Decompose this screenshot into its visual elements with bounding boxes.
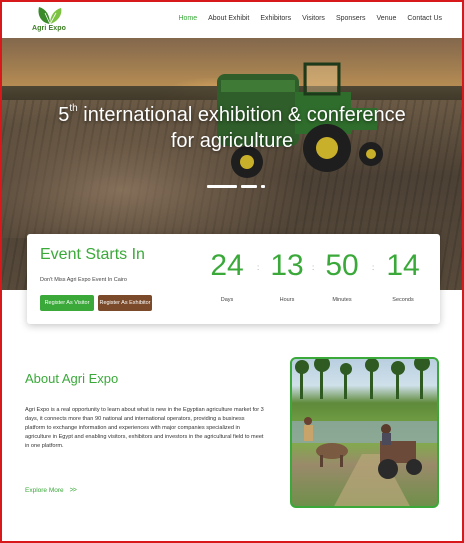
agri-expo-logo[interactable]: Agri Expo — [32, 5, 72, 37]
hero-title-line2: for agriculture — [170, 130, 294, 152]
register-exhibitor-button[interactable]: Register As Exhibitor — [98, 295, 152, 311]
hero-title-suffix: th — [69, 103, 78, 114]
days-label: Days — [220, 297, 234, 303]
hero-title-line1: international exhibition & conference — [77, 104, 406, 126]
seconds-value: 14 — [386, 249, 420, 282]
hours-value: 13 — [270, 249, 304, 282]
about-text: Agri Expo is a real opportunity to learn… — [25, 407, 264, 449]
minutes-value: 50 — [325, 249, 359, 282]
nav-item-exhibitors[interactable]: Exhibitors — [260, 15, 291, 22]
countdown-separator: : — [257, 263, 260, 272]
hero-title-number: 5 — [58, 104, 70, 126]
countdown-seconds: 14 Seconds — [380, 248, 426, 303]
explore-more-label: Explore More — [25, 487, 64, 494]
days-value: 24 — [210, 249, 244, 282]
nav-item-contact-us[interactable]: Contact Us — [407, 15, 442, 22]
brand-name: Agri Expo — [32, 25, 66, 32]
nav-item-sponsers[interactable]: Sponsers — [336, 15, 366, 22]
leaf-icon — [38, 7, 62, 25]
hours-label: Hours — [279, 297, 295, 303]
top-navbar: Agri Expo Home About Exhibit Exhibitors … — [2, 2, 462, 38]
countdown-card: Event Starts In Don't Miss Agri Expo Eve… — [27, 234, 440, 324]
hero-title: 5th international exhibition & conferenc… — [2, 102, 462, 154]
explore-more-link[interactable]: Explore More >> — [25, 487, 77, 494]
register-visitor-button[interactable]: Register As Visitor — [40, 295, 94, 311]
nav-item-about-exhibit[interactable]: About Exhibit — [208, 15, 249, 22]
slider-dot-2[interactable] — [241, 185, 257, 188]
slider-dot-1[interactable] — [207, 185, 237, 188]
countdown-subtitle: Don't Miss Agri Expo Event In Cairo — [40, 277, 127, 283]
countdown-minutes: 50 Minutes — [319, 248, 365, 303]
farming-scene-illustration — [292, 359, 437, 506]
seconds-label: Seconds — [392, 297, 414, 303]
double-chevron-right-icon: >> — [69, 487, 77, 494]
minutes-label: Minutes — [332, 297, 352, 303]
main-menu: Home About Exhibit Exhibitors Visitors S… — [167, 15, 442, 22]
nav-item-venue[interactable]: Venue — [377, 15, 397, 22]
about-title: About Agri Expo — [25, 371, 119, 386]
countdown-hours: 13 Hours — [264, 248, 310, 303]
farming-photo — [290, 357, 439, 508]
countdown-separator: : — [372, 263, 375, 272]
countdown-separator: : — [312, 263, 315, 272]
slider-indicators — [207, 185, 265, 188]
countdown-days: 24 Days — [204, 248, 250, 303]
nav-item-home[interactable]: Home — [178, 15, 197, 22]
countdown-title: Event Starts In — [40, 246, 145, 263]
nav-item-visitors[interactable]: Visitors — [302, 15, 325, 22]
slider-dot-3[interactable] — [261, 185, 265, 188]
